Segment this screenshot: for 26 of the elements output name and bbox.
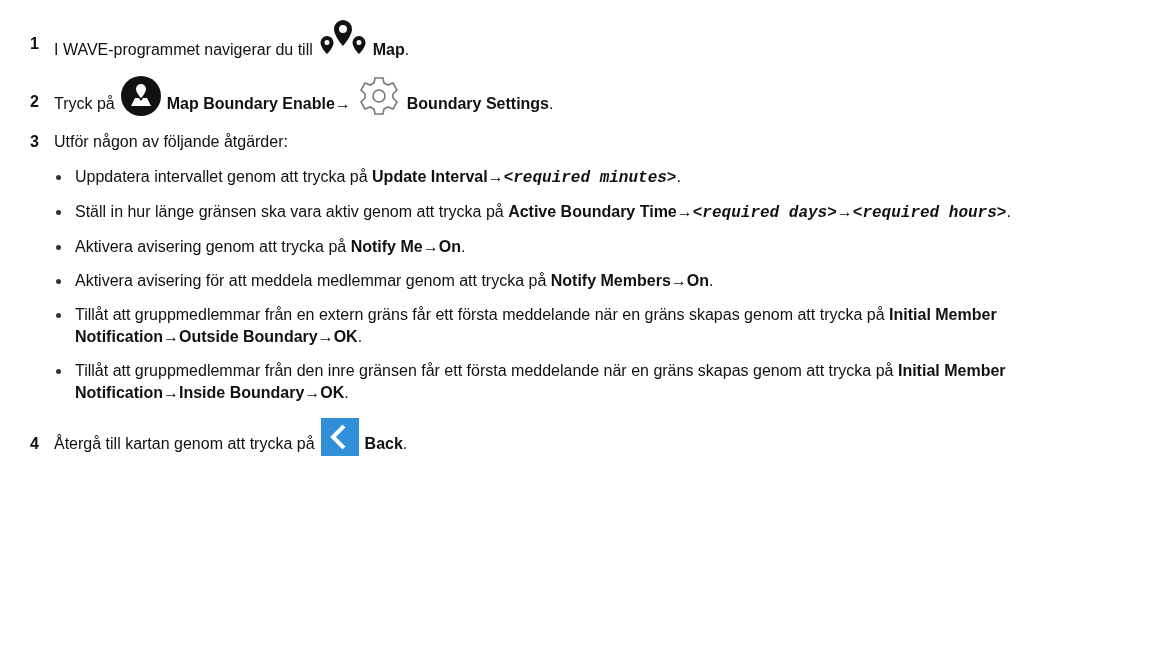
step-text: Map Boundary Enable→: [166, 94, 351, 114]
bullet-text: Tillåt att gruppmedlemmar från en extern gräns får ett första meddelande när en gräns skapas genom att trycka på Initial Member Notification→Outside Boundary→OK.: [75, 305, 998, 347]
step-text: I WAVE-programmet navigerar du till: [54, 40, 313, 60]
bullet-text: Aktivera avisering för att meddela medlemmar genom att trycka på Notify Members→On.: [75, 271, 714, 291]
step-text: Back.: [364, 434, 408, 454]
bullet-text: Ställ in hur länge gränsen ska vara aktiv genom att trycka på Active Boundary Time→<required days>→<required hours>.: [75, 202, 1011, 224]
bullet-text: Uppdatera intervallet genom att trycka på Update Interval→<required minutes>.: [75, 167, 681, 189]
bullet-text: Tillåt att gruppmedlemmar från den inre gränsen får ett första meddelande när en gräns skapas genom att trycka på Initial Member Notification→Inside Boundary→OK.: [75, 361, 1007, 403]
step-text: Tryck på: [54, 94, 115, 114]
bullet-icon: [56, 175, 61, 180]
step-text: Återgå till kartan genom att trycka på: [54, 433, 315, 454]
back-icon[interactable]: [320, 418, 359, 456]
bullet-icon: [56, 245, 61, 250]
step-number: 1: [30, 34, 40, 54]
bullet-icon: [56, 313, 61, 318]
step-number: 2: [30, 92, 40, 112]
bullet-icon: [56, 210, 61, 215]
step-text: Utför någon av följande åtgärder:: [54, 132, 288, 152]
bullet-text: Aktivera avisering genom att trycka på Notify Me→On.: [75, 237, 466, 257]
step-text: Boundary Settings.: [406, 94, 554, 114]
bullet-icon: [56, 279, 61, 284]
step-text: Map.: [372, 40, 410, 60]
step-number: 4: [30, 434, 40, 454]
map-pin-icon[interactable]: [120, 76, 161, 116]
step-number: 3: [30, 132, 40, 152]
bullet-icon: [56, 369, 61, 374]
